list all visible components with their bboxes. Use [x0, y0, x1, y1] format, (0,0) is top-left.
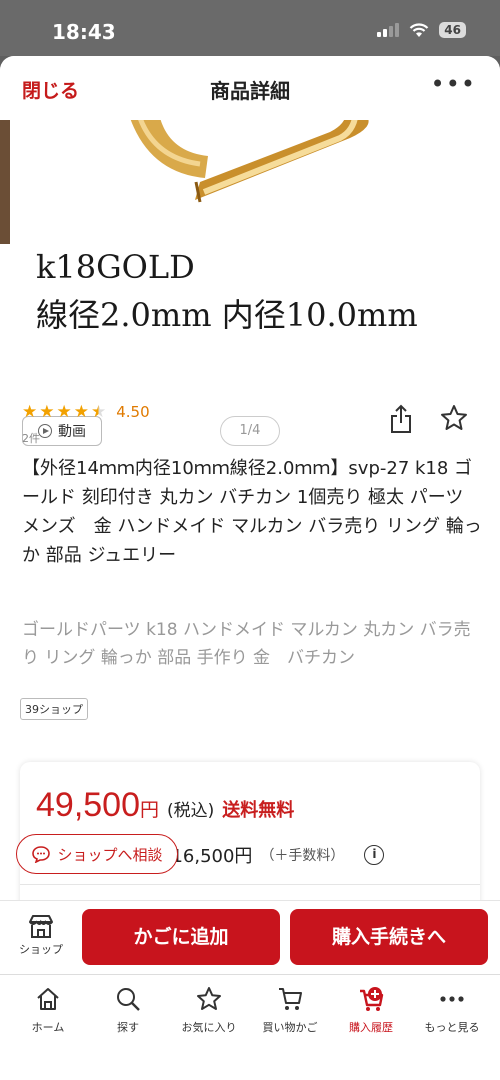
- tab-label: もっと見る: [424, 1021, 480, 1034]
- fee-note: （＋手数料）: [260, 848, 345, 864]
- search-icon: [117, 988, 140, 1011]
- signal-icon: [377, 23, 400, 37]
- more-icon: [440, 996, 464, 1002]
- tab-favorites[interactable]: お気に入り: [169, 985, 249, 1035]
- cart-icon: [279, 988, 302, 1010]
- video-button-label: 動画: [58, 424, 86, 440]
- price-row: 49,500 円 (税込) 送料無料: [36, 786, 294, 825]
- status-time: 18:43: [52, 20, 116, 44]
- home-icon: [37, 988, 59, 1010]
- status-icons: 46: [377, 22, 466, 38]
- tab-label: 探す: [117, 1021, 139, 1034]
- tab-label: 買い物かご: [262, 1021, 318, 1034]
- image-page-indicator: 1/4: [220, 416, 280, 446]
- share-icon[interactable]: [388, 404, 414, 434]
- info-icon[interactable]: i: [364, 845, 385, 865]
- tab-label: 購入履歴: [349, 1021, 393, 1034]
- product-detail-sheet: 閉じる 商品詳細 ••• k18GOLD 線径2.0mm 内径10.0mm 動画…: [0, 56, 500, 1080]
- rating-value: 4.50: [116, 403, 150, 421]
- shop-consult-label: ショップへ相談: [57, 845, 163, 864]
- gold-ring-image: [130, 118, 369, 203]
- tab-home[interactable]: ホーム: [8, 985, 88, 1035]
- shop-badge: 39ショップ: [20, 698, 88, 720]
- shop-icon: [29, 915, 53, 938]
- add-to-cart-button[interactable]: かごに追加: [82, 909, 280, 965]
- star-icon: [197, 987, 221, 1010]
- chat-icon: [32, 846, 51, 863]
- product-tags: ゴールドパーツ k18 ハンドメイド マルカン 丸カン バラ売り リング 輪っか…: [22, 620, 471, 668]
- shop-link-button[interactable]: ショップ: [14, 913, 68, 957]
- status-bar: 18:43 46: [0, 0, 500, 56]
- star-filled-icon: ★: [39, 402, 55, 422]
- product-title: 【外径14ｍｍ内径10ｍｍ線径2.0ｍｍ】svp-27 k18 ゴールド 刻印付…: [22, 458, 482, 566]
- shop-consult-button[interactable]: ショップへ相談: [16, 834, 178, 874]
- sheet-header: 閉じる 商品詳細 •••: [0, 56, 500, 120]
- star-filled-icon: ★: [56, 402, 72, 422]
- bottom-tab-bar: ホーム 探す お気に入り 買い物かご 購入履歴 もっと見る: [0, 974, 500, 1080]
- battery-icon: 46: [439, 22, 466, 38]
- image-caption-size: 線径2.0mm 内径10.0mm: [36, 296, 418, 334]
- more-options-button[interactable]: •••: [431, 70, 476, 98]
- star-filled-icon: ★: [22, 402, 38, 422]
- image-caption-material: k18GOLD: [36, 248, 195, 286]
- tab-search[interactable]: 探す: [88, 985, 168, 1035]
- play-icon: [38, 424, 52, 438]
- star-half-icon: ★: [91, 402, 107, 422]
- rating[interactable]: ★ ★ ★ ★ ★ 4.50: [22, 402, 150, 422]
- tab-more[interactable]: もっと見る: [412, 985, 492, 1035]
- divider: [20, 884, 480, 885]
- tab-purchase-history[interactable]: 購入履歴: [331, 985, 411, 1035]
- wifi-icon: [410, 22, 429, 37]
- favorite-star-icon[interactable]: [440, 404, 468, 432]
- price-value: 49,500: [36, 786, 140, 824]
- tab-cart[interactable]: 買い物かご: [250, 985, 330, 1035]
- sub-price-row: ¥16,500円 （＋手数料） i: [160, 842, 385, 868]
- tab-label: お気に入り: [181, 1021, 237, 1034]
- action-bar: ショップ かごに追加 購入手続きへ: [0, 900, 500, 974]
- checkout-button[interactable]: 購入手続きへ: [290, 909, 488, 965]
- tab-label: ホーム: [31, 1021, 65, 1034]
- star-filled-icon: ★: [73, 402, 89, 422]
- review-count[interactable]: 2件: [22, 430, 40, 446]
- tax-label: (税込): [167, 801, 215, 821]
- free-shipping-label: 送料無料: [222, 800, 295, 821]
- page-title: 商品詳細: [210, 79, 290, 103]
- shop-link-label: ショップ: [19, 943, 63, 956]
- price-unit: 円: [140, 799, 160, 821]
- product-image[interactable]: k18GOLD 線径2.0mm 内径10.0mm 動画 1/4: [0, 118, 500, 446]
- purchase-history-icon: [360, 987, 384, 1011]
